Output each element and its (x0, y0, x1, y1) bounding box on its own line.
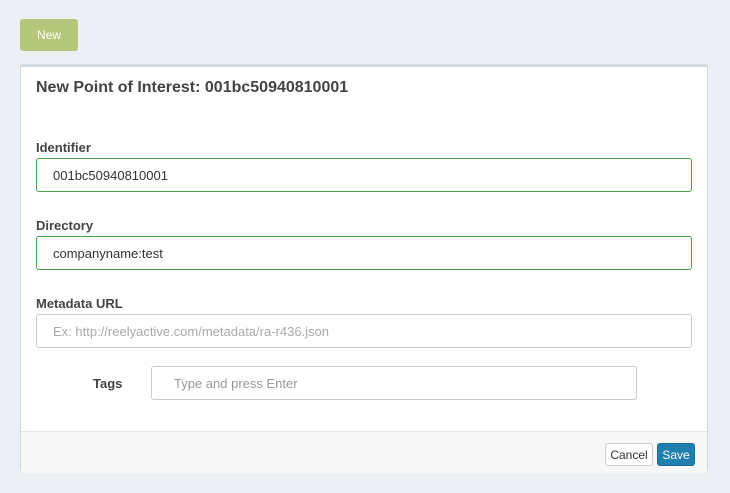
identifier-label: Identifier (36, 140, 91, 155)
save-button[interactable]: Save (657, 443, 695, 466)
metadata-url-input[interactable] (36, 314, 692, 348)
panel-title: New Point of Interest: 001bc50940810001 (36, 79, 349, 96)
new-button[interactable]: New (20, 19, 78, 51)
metadata-url-label: Metadata URL (36, 296, 123, 311)
panel-footer: Cancel Save (21, 431, 707, 473)
cancel-button[interactable]: Cancel (605, 443, 653, 466)
directory-label: Directory (36, 218, 94, 233)
directory-input[interactable] (36, 236, 692, 270)
tags-input[interactable] (151, 366, 637, 400)
identifier-input[interactable] (36, 158, 692, 192)
tags-label: Tags (93, 376, 123, 391)
new-poi-panel: New Point of Interest: 001bc50940810001 … (20, 64, 708, 473)
